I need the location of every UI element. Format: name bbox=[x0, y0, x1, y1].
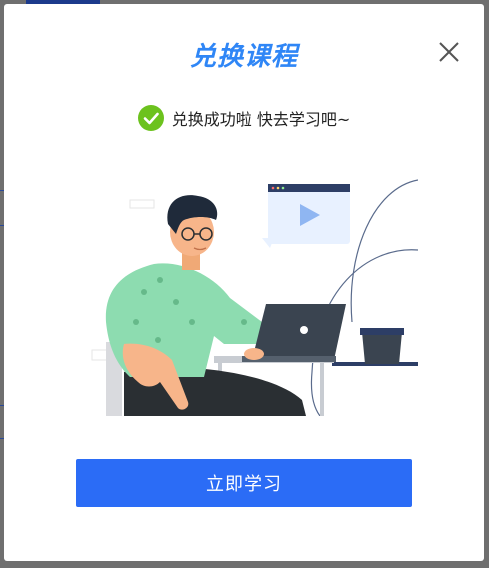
dialog-title: 兑换课程 bbox=[189, 42, 298, 72]
start-learning-button[interactable]: 立即学习 bbox=[76, 459, 412, 507]
redeem-course-dialog: 兑换课程 兑换成功啦 快去学习吧~ 立即学习 bbox=[4, 4, 484, 561]
status-text: 兑换成功啦 快去学习吧~ bbox=[171, 110, 351, 129]
close-button[interactable] bbox=[436, 39, 462, 65]
close-icon bbox=[439, 42, 459, 62]
check-circle-icon bbox=[137, 105, 164, 131]
success-message: 兑换成功啦 快去学习吧~ bbox=[4, 104, 484, 132]
person-with-laptop-illustration bbox=[91, 179, 418, 416]
